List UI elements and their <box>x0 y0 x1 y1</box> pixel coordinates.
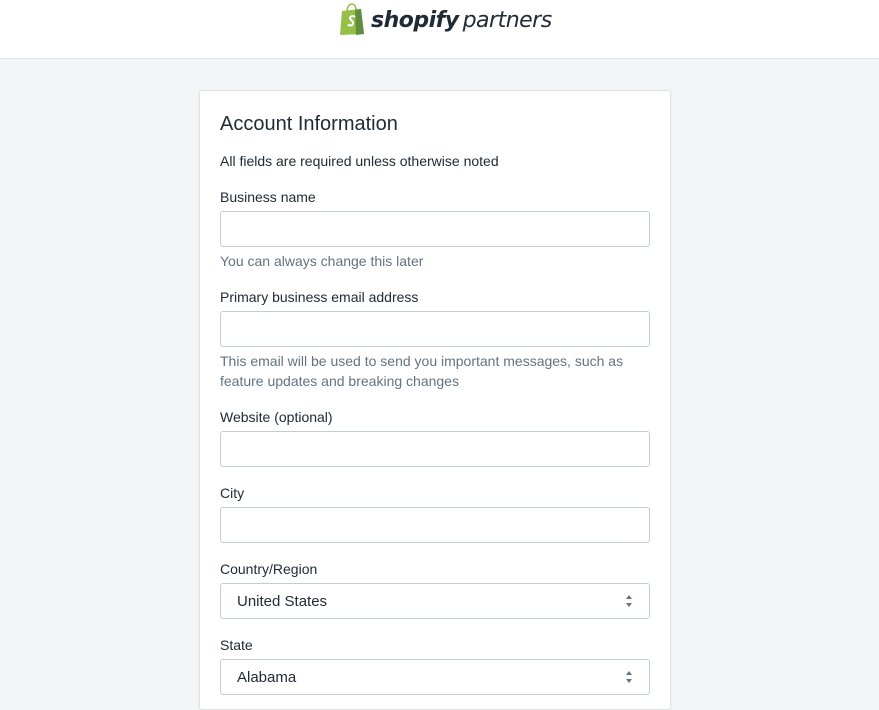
page-title: Account Information <box>220 113 398 135</box>
logo-sub-text: partners <box>462 7 553 33</box>
email-input[interactable] <box>220 311 650 347</box>
business-name-input[interactable] <box>220 211 650 247</box>
business-name-help-text: You can always change this later <box>220 253 424 269</box>
select-arrows-icon <box>625 595 633 607</box>
logo-brand-text: shopify <box>371 7 459 33</box>
shopify-partners-logo[interactable]: shopify partners <box>338 3 552 37</box>
shopify-bag-icon <box>340 3 364 35</box>
website-input[interactable] <box>220 431 650 467</box>
business-name-label: Business name <box>220 189 316 205</box>
top-header: shopify partners <box>0 0 879 59</box>
country-label: Country/Region <box>220 561 318 577</box>
select-arrows-icon <box>625 671 633 683</box>
country-select[interactable]: United States <box>220 583 650 619</box>
email-label: Primary business email address <box>220 289 419 305</box>
website-label: Website (optional) <box>220 409 333 425</box>
state-select[interactable]: Alabama <box>220 659 650 695</box>
email-help-text: This email will be used to send you impo… <box>220 353 624 389</box>
country-selected-value: United States <box>237 592 328 610</box>
form-subtitle: All fields are required unless otherwise… <box>220 153 499 169</box>
state-selected-value: Alabama <box>237 668 297 686</box>
city-label: City <box>220 485 245 501</box>
city-input[interactable] <box>220 507 650 543</box>
state-label: State <box>220 637 253 653</box>
